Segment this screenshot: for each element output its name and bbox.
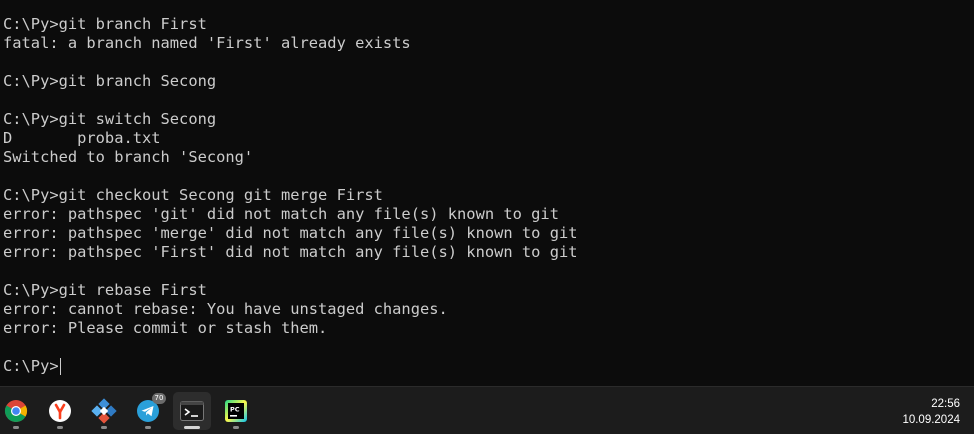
- terminal-line: error: pathspec 'merge' did not match an…: [3, 224, 578, 242]
- chrome-icon: [4, 400, 28, 423]
- pycharm-icon: PC: [225, 400, 247, 422]
- terminal-line: D proba.txt: [3, 129, 161, 147]
- running-indicator: [13, 426, 19, 429]
- yandex-browser-icon: [49, 400, 71, 422]
- taskbar-anydesk[interactable]: [85, 392, 123, 430]
- terminal-line: C:\Py>git checkout Secong git merge Firs…: [3, 186, 383, 204]
- running-indicator: [184, 426, 200, 429]
- terminal-prompt-line[interactable]: C:\Py>: [3, 357, 974, 376]
- terminal-line: C:\Py>git switch Secong: [3, 110, 217, 128]
- terminal-line: error: cannot rebase: You have unstaged …: [3, 300, 448, 318]
- terminal-line: C:\Py>git rebase First: [3, 281, 207, 299]
- text-cursor: [59, 358, 61, 375]
- anydesk-icon: [91, 398, 117, 424]
- terminal-line: error: Please commit or stash them.: [3, 319, 328, 337]
- terminal-prompt: C:\Py>: [3, 357, 59, 375]
- clock-date: 10.09.2024: [902, 414, 960, 426]
- taskbar-telegram[interactable]: 70: [129, 392, 167, 430]
- running-indicator: [145, 426, 151, 429]
- terminal-line: C:\Py>git branch First: [3, 15, 207, 33]
- taskbar-yandex-browser[interactable]: [41, 392, 79, 430]
- taskbar-chrome[interactable]: [0, 392, 35, 430]
- terminal-line: fatal: a branch named 'First' already ex…: [3, 34, 411, 52]
- terminal-line: C:\Py>git branch Secong: [3, 72, 217, 90]
- clock-time: 22:56: [931, 398, 960, 410]
- notification-badge: 70: [152, 393, 166, 404]
- terminal-line: error: pathspec 'First' did not match an…: [3, 243, 578, 261]
- terminal-line: Switched to branch 'Secong': [3, 148, 254, 166]
- pycharm-icon-label: PC: [230, 406, 240, 414]
- taskbar-pycharm[interactable]: PC: [217, 392, 255, 430]
- terminal-line: error: pathspec 'git' did not match any …: [3, 205, 559, 223]
- terminal-icon: [180, 401, 204, 421]
- terminal-window[interactable]: C:\Py>git branch First fatal: a branch n…: [0, 0, 974, 386]
- running-indicator: [57, 426, 63, 429]
- system-clock[interactable]: 22:56 10.09.2024: [902, 396, 960, 428]
- taskbar-terminal[interactable]: [173, 392, 211, 430]
- running-indicator: [101, 426, 107, 429]
- taskbar: 70 PC 22:56 10.09.2024: [0, 386, 974, 434]
- running-indicator: [233, 426, 239, 429]
